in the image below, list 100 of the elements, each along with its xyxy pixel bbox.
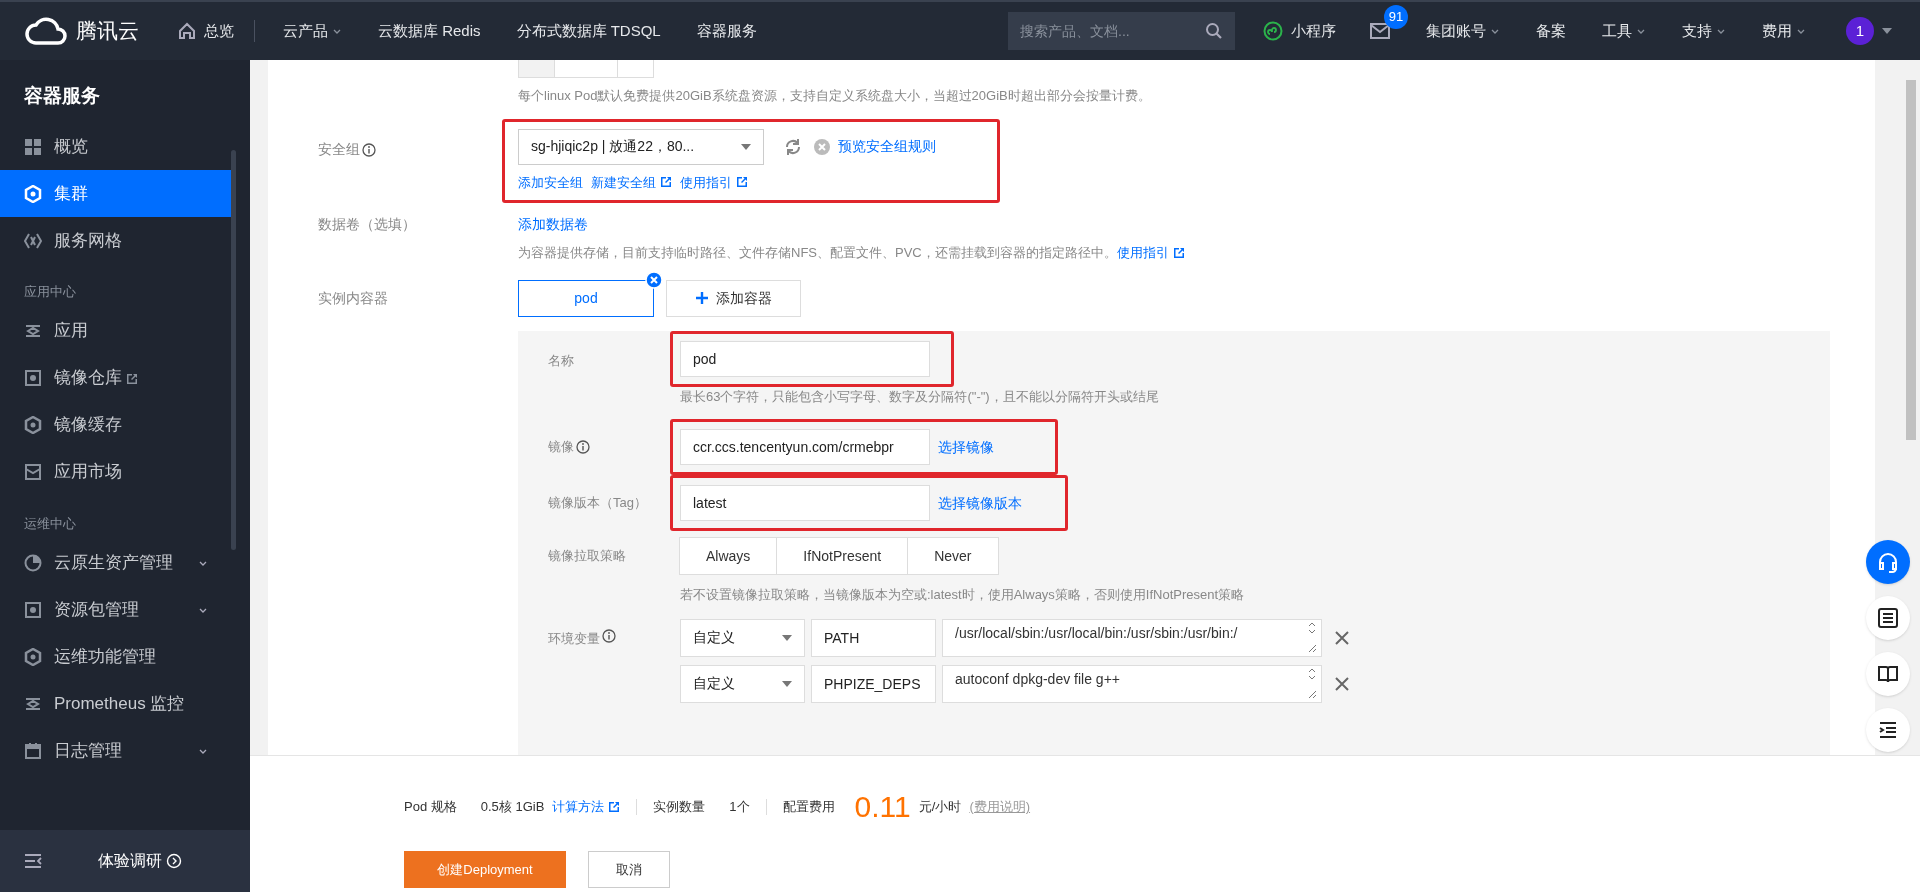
policy-option[interactable]: Always [679,537,778,575]
sidebar-item[interactable]: 日志管理 [0,727,232,774]
nav-link[interactable]: 容器服务 [696,19,757,43]
field-label: 镜像版本（Tag） [548,495,647,511]
calendar-icon [24,741,42,760]
preview-link[interactable]: 预览安全组规则 [838,136,936,157]
book-icon [1877,663,1899,685]
mini-program-link[interactable]: 小程序 [1263,19,1336,43]
field-label: 数据卷（选填） [318,216,416,232]
name-field[interactable]: pod [680,340,930,377]
menu-link[interactable]: 工具 [1602,19,1646,43]
scrollbar[interactable] [231,150,236,550]
image-field[interactable]: ccr.ccs.tencentyun.com/crmebpr [680,429,930,465]
headset-icon [1877,551,1899,573]
type-select[interactable]: 自定义 [680,618,805,657]
sidebar-item[interactable]: 镜像仓库 [0,354,232,402]
link[interactable]: 使用指引 [680,172,748,192]
pie-chart-icon [24,553,42,572]
sidebar-item[interactable]: 云原生资产管理 [0,539,232,586]
nav-link[interactable]: 云数据库 Redis [378,19,481,43]
nav-link[interactable]: 分布式数据库 TDSQL [516,19,661,43]
close-icon[interactable] [1334,629,1350,646]
select-image-link[interactable]: 选择镜像 [938,436,994,458]
external-link-icon [660,176,672,189]
remove-icon[interactable] [645,270,663,289]
container-tab[interactable]: pod [518,279,654,317]
sidebar-item[interactable]: 服务网格 [0,217,232,264]
square-icon [24,600,42,619]
select-tag-link[interactable]: 选择镜像版本 [938,492,1022,514]
spec-value: 0.5核 1GiB [480,797,545,816]
calc-link[interactable]: 计算方法 [552,796,621,817]
external-link-icon [608,800,621,813]
survey-link[interactable]: 体验调研 [98,849,182,873]
mini-program-icon [1263,21,1283,41]
price: 0.11 [854,789,911,825]
menu-link[interactable]: 集团账号 [1426,19,1500,43]
notification-badge: 91 [1384,5,1408,29]
close-icon[interactable] [1334,675,1350,692]
section-label: 应用中心 [23,283,77,301]
info-icon [602,628,616,643]
menu-link[interactable]: 支持 [1682,19,1726,43]
hint-text: 若不设置镜像拉取策略，当镜像版本为空或:latest时，使用Always策略，否则使用IfNotPresent策略 [680,586,1246,604]
sidebar-item[interactable]: 应用 [0,307,232,355]
guide-link[interactable]: 使用指引 [1116,243,1185,263]
link[interactable]: 新建安全组 [591,172,672,192]
stack-icon [24,322,42,340]
field-label: 安全组 [318,140,360,159]
add-container-button[interactable]: 添加容器 [666,279,801,317]
value-field[interactable]: /usr/local/sbin:/usr/local/bin:/usr/sbin:/usr/bin:/ [942,618,1322,657]
caret-icon [1882,27,1892,35]
count-label: 实例数量 [653,797,706,816]
sidebar-item[interactable]: 运维功能管理 [0,633,232,680]
grid-icon [24,137,42,156]
sidebar-item[interactable]: 集群 [0,170,232,217]
tool-button[interactable] [1866,708,1910,752]
menu-link[interactable]: 费用 [1762,19,1806,43]
tag-field[interactable]: latest [680,485,930,521]
field-label: 名称 [548,352,574,368]
sidebar-item[interactable]: 应用市场 [0,448,232,496]
sidebar-item[interactable]: Prometheus 监控 [0,680,232,727]
search-field[interactable]: 搜索产品、文档... [1008,12,1235,50]
mail-icon[interactable] [1370,23,1390,39]
support-button[interactable] [1866,540,1910,584]
spec-label: Pod 规格 [404,797,457,816]
scrollbar[interactable] [1906,80,1916,440]
sidebar-item[interactable]: 概览 [0,123,232,170]
nav-link[interactable]: 云产品 [283,19,342,43]
type-select[interactable]: 自定义 [680,664,805,703]
tool-button[interactable] [1866,596,1910,640]
user-avatar[interactable]: 1 [1846,17,1874,45]
policy-option[interactable]: IfNotPresent [776,537,909,575]
home-link[interactable]: 总览 [178,19,255,43]
stepper-field[interactable] [518,60,654,78]
search-icon [1205,22,1223,40]
hint-text: 每个linux Pod默认免费提供20GiB系统盘资源，支持自定义系统盘大小，当超过20GiB时超出部分会按量计费。 [518,87,1152,105]
add-volume-link[interactable]: 添加数据卷 [518,216,588,232]
key-field[interactable]: PATH [811,618,936,657]
sidebar-item[interactable]: 资源包管理 [0,586,232,633]
collapse-icon[interactable] [24,854,42,868]
section-label: 运维中心 [23,514,77,533]
info-icon [576,440,590,454]
link[interactable]: 添加安全组 [518,172,583,192]
field-label: 环境变量 [548,629,600,648]
key-field[interactable]: PHPIZE_DEPS [811,664,936,703]
cancel-button[interactable]: 取消 [588,851,670,888]
cloud-logo-icon [24,16,68,46]
hexagon-icon [24,184,42,203]
caret-icon [782,634,792,641]
field-label: 实例内容器 [318,289,388,306]
sidebar-item[interactable]: 镜像缓存 [0,401,232,449]
mesh-icon [24,231,42,250]
refresh-icon[interactable] [784,137,802,156]
security-group-select[interactable]: sg-hjiqic2p | 放通22，80... [518,128,764,165]
policy-option[interactable]: Never [907,537,999,575]
value-field[interactable]: autoconf dpkg-dev file g++ [942,664,1322,703]
tray-icon [24,463,42,481]
square-icon [24,369,42,387]
sidebar-title: 容器服务 [23,84,101,109]
tool-button[interactable] [1866,652,1910,696]
menu-link[interactable]: 备案 [1536,19,1566,43]
